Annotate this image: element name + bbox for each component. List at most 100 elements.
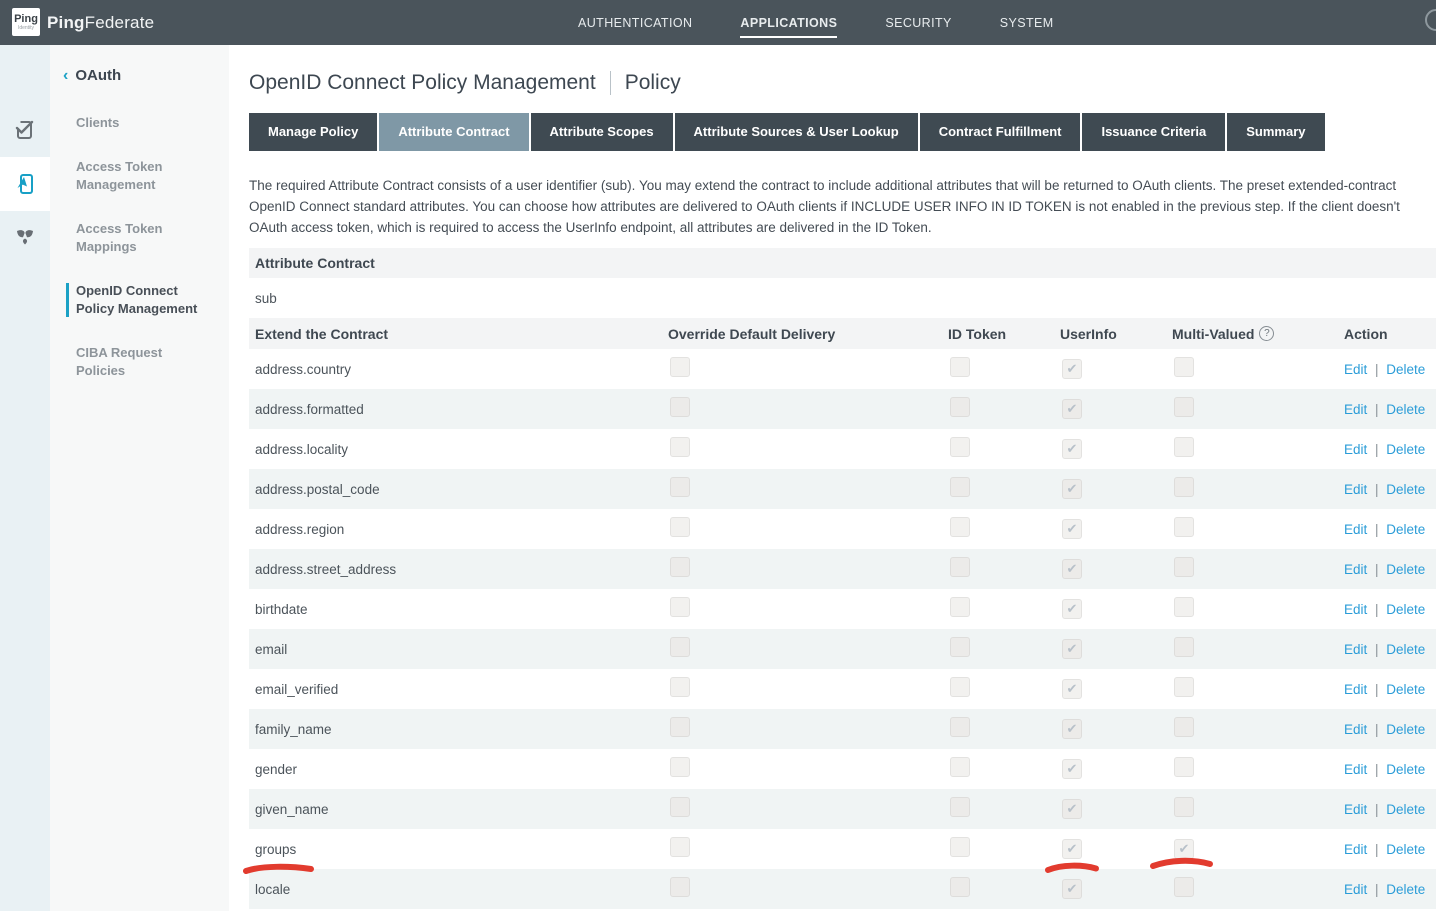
delete-link[interactable]: Delete bbox=[1386, 602, 1425, 617]
id-token-checkbox[interactable] bbox=[950, 757, 970, 777]
tab-contract-fulfillment[interactable]: Contract Fulfillment bbox=[920, 113, 1081, 151]
edit-link[interactable]: Edit bbox=[1344, 562, 1367, 577]
edit-link[interactable]: Edit bbox=[1344, 362, 1367, 377]
multi-valued-checkbox[interactable] bbox=[1174, 797, 1194, 817]
multi-valued-checkbox[interactable] bbox=[1174, 557, 1194, 577]
edit-link[interactable]: Edit bbox=[1344, 842, 1367, 857]
id-token-checkbox[interactable] bbox=[950, 837, 970, 857]
override-delivery-checkbox[interactable] bbox=[670, 437, 690, 457]
delete-link[interactable]: Delete bbox=[1386, 762, 1425, 777]
userinfo-checkbox[interactable] bbox=[1062, 879, 1082, 899]
multi-valued-checkbox[interactable] bbox=[1174, 677, 1194, 697]
userinfo-checkbox[interactable] bbox=[1062, 359, 1082, 379]
tab-manage-policy[interactable]: Manage Policy bbox=[249, 113, 377, 151]
id-token-checkbox[interactable] bbox=[950, 677, 970, 697]
tab-attribute-scopes[interactable]: Attribute Scopes bbox=[531, 113, 673, 151]
multi-valued-checkbox[interactable] bbox=[1174, 397, 1194, 417]
override-delivery-checkbox[interactable] bbox=[670, 357, 690, 377]
delete-link[interactable]: Delete bbox=[1386, 642, 1425, 657]
multi-valued-checkbox[interactable] bbox=[1174, 877, 1194, 897]
id-token-checkbox[interactable] bbox=[950, 597, 970, 617]
userinfo-checkbox[interactable] bbox=[1062, 599, 1082, 619]
sidebar-item-access-token-management[interactable]: Access Token Management bbox=[50, 158, 229, 194]
tab-summary[interactable]: Summary bbox=[1227, 113, 1324, 151]
multi-valued-checkbox[interactable] bbox=[1174, 757, 1194, 777]
id-token-checkbox[interactable] bbox=[950, 477, 970, 497]
edit-link[interactable]: Edit bbox=[1344, 682, 1367, 697]
userinfo-checkbox[interactable] bbox=[1062, 839, 1082, 859]
rail-item-clients[interactable] bbox=[0, 103, 50, 157]
userinfo-checkbox[interactable] bbox=[1062, 759, 1082, 779]
override-delivery-checkbox[interactable] bbox=[670, 597, 690, 617]
top-nav-security[interactable]: SECURITY bbox=[885, 8, 951, 38]
edit-link[interactable]: Edit bbox=[1344, 602, 1367, 617]
multi-valued-checkbox[interactable] bbox=[1174, 637, 1194, 657]
multi-valued-checkbox[interactable] bbox=[1174, 357, 1194, 377]
id-token-checkbox[interactable] bbox=[950, 557, 970, 577]
edit-link[interactable]: Edit bbox=[1344, 882, 1367, 897]
id-token-checkbox[interactable] bbox=[950, 357, 970, 377]
edit-link[interactable]: Edit bbox=[1344, 762, 1367, 777]
delete-link[interactable]: Delete bbox=[1386, 442, 1425, 457]
delete-link[interactable]: Delete bbox=[1386, 402, 1425, 417]
edit-link[interactable]: Edit bbox=[1344, 482, 1367, 497]
id-token-checkbox[interactable] bbox=[950, 517, 970, 537]
sidebar-back-oauth[interactable]: ‹ OAuth bbox=[50, 67, 229, 84]
userinfo-checkbox[interactable] bbox=[1062, 799, 1082, 819]
sidebar-item-access-token-mappings[interactable]: Access Token Mappings bbox=[50, 220, 229, 256]
edit-link[interactable]: Edit bbox=[1344, 442, 1367, 457]
delete-link[interactable]: Delete bbox=[1386, 722, 1425, 737]
userinfo-checkbox[interactable] bbox=[1062, 719, 1082, 739]
override-delivery-checkbox[interactable] bbox=[670, 557, 690, 577]
delete-link[interactable]: Delete bbox=[1386, 842, 1425, 857]
userinfo-checkbox[interactable] bbox=[1062, 639, 1082, 659]
rail-item-access-token[interactable] bbox=[0, 157, 50, 211]
delete-link[interactable]: Delete bbox=[1386, 882, 1425, 897]
edit-link[interactable]: Edit bbox=[1344, 722, 1367, 737]
delete-link[interactable]: Delete bbox=[1386, 682, 1425, 697]
override-delivery-checkbox[interactable] bbox=[670, 397, 690, 417]
userinfo-checkbox[interactable] bbox=[1062, 479, 1082, 499]
multi-valued-checkbox[interactable] bbox=[1174, 437, 1194, 457]
sidebar-item-openid-connect-policy-management[interactable]: OpenID Connect Policy Management bbox=[50, 282, 229, 318]
top-nav-authentication[interactable]: AUTHENTICATION bbox=[578, 8, 692, 38]
id-token-checkbox[interactable] bbox=[950, 797, 970, 817]
rail-item-token-mappings[interactable] bbox=[0, 211, 50, 265]
top-nav-system[interactable]: SYSTEM bbox=[1000, 8, 1054, 38]
override-delivery-checkbox[interactable] bbox=[670, 797, 690, 817]
delete-link[interactable]: Delete bbox=[1386, 802, 1425, 817]
override-delivery-checkbox[interactable] bbox=[670, 677, 690, 697]
userinfo-checkbox[interactable] bbox=[1062, 439, 1082, 459]
delete-link[interactable]: Delete bbox=[1386, 562, 1425, 577]
edit-link[interactable]: Edit bbox=[1344, 802, 1367, 817]
ping-logo[interactable]: Ping Identity bbox=[12, 8, 40, 36]
userinfo-checkbox[interactable] bbox=[1062, 399, 1082, 419]
top-nav-applications[interactable]: APPLICATIONS bbox=[740, 8, 837, 38]
override-delivery-checkbox[interactable] bbox=[670, 637, 690, 657]
userinfo-checkbox[interactable] bbox=[1062, 519, 1082, 539]
sidebar-item-ciba-request-policies[interactable]: CIBA Request Policies bbox=[50, 344, 229, 380]
userinfo-checkbox[interactable] bbox=[1062, 679, 1082, 699]
tab-attribute-contract[interactable]: Attribute Contract bbox=[379, 113, 528, 151]
id-token-checkbox[interactable] bbox=[950, 437, 970, 457]
override-delivery-checkbox[interactable] bbox=[670, 477, 690, 497]
id-token-checkbox[interactable] bbox=[950, 717, 970, 737]
userinfo-checkbox[interactable] bbox=[1062, 559, 1082, 579]
delete-link[interactable]: Delete bbox=[1386, 362, 1425, 377]
id-token-checkbox[interactable] bbox=[950, 397, 970, 417]
tab-issuance-criteria[interactable]: Issuance Criteria bbox=[1082, 113, 1225, 151]
multi-valued-checkbox[interactable] bbox=[1174, 597, 1194, 617]
sidebar-item-clients[interactable]: Clients bbox=[50, 114, 229, 132]
multi-valued-checkbox[interactable] bbox=[1174, 839, 1194, 859]
override-delivery-checkbox[interactable] bbox=[670, 877, 690, 897]
multi-valued-checkbox[interactable] bbox=[1174, 717, 1194, 737]
search-icon[interactable] bbox=[1425, 9, 1436, 31]
override-delivery-checkbox[interactable] bbox=[670, 517, 690, 537]
id-token-checkbox[interactable] bbox=[950, 637, 970, 657]
id-token-checkbox[interactable] bbox=[950, 877, 970, 897]
multi-valued-checkbox[interactable] bbox=[1174, 477, 1194, 497]
help-icon[interactable]: ? bbox=[1259, 326, 1274, 341]
override-delivery-checkbox[interactable] bbox=[670, 837, 690, 857]
delete-link[interactable]: Delete bbox=[1386, 522, 1425, 537]
multi-valued-checkbox[interactable] bbox=[1174, 517, 1194, 537]
